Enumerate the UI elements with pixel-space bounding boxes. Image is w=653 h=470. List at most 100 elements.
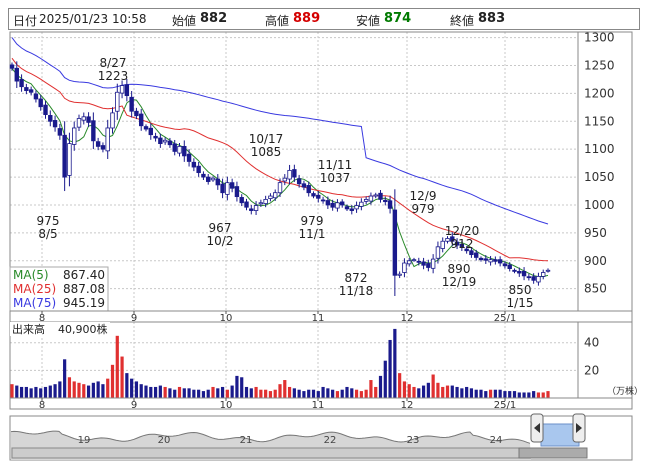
candle-body <box>33 93 39 100</box>
volume-bar <box>130 378 134 398</box>
ma-legend-name: MA(25) <box>13 282 56 296</box>
volume-bar <box>58 381 62 398</box>
candle-body <box>411 259 417 262</box>
candle-body <box>282 177 287 182</box>
candle-body <box>521 270 527 277</box>
volume-bar <box>173 389 177 398</box>
candle-body <box>416 260 421 263</box>
ma-legend-value: 887.08 <box>63 282 105 296</box>
candle-body <box>373 194 378 197</box>
candle-body <box>95 141 101 147</box>
volume-y-axis: 20 40 （万株） <box>584 336 643 397</box>
candle-body <box>316 194 321 199</box>
volume-bar <box>393 328 397 398</box>
volume-bar <box>508 391 512 398</box>
volume-bar <box>206 389 210 398</box>
volume-bar <box>53 384 57 398</box>
volume-bar <box>10 384 14 398</box>
range-navigator: 19 20 21 22 23 24 <box>9 413 633 461</box>
navigator-scrollbar[interactable] <box>11 447 533 459</box>
candle-body <box>167 140 173 146</box>
candle-body <box>48 115 53 122</box>
candle-body <box>349 208 354 211</box>
candle-body <box>253 205 259 211</box>
candle-body <box>43 104 48 115</box>
candle-body <box>38 98 43 108</box>
candle-body <box>177 145 182 154</box>
candle-body <box>426 263 431 268</box>
volume-bar <box>297 389 301 398</box>
volume-bar <box>19 386 24 398</box>
volume-bar <box>216 388 220 398</box>
candle-body <box>287 169 292 180</box>
candle-body <box>52 120 58 128</box>
candle-body <box>24 87 29 91</box>
candle-body <box>153 135 158 139</box>
volume-bar <box>96 381 100 398</box>
volume-bar <box>302 391 306 398</box>
volume-bar <box>29 388 33 398</box>
volume-bar <box>278 384 282 398</box>
volume-value: 40,900株 <box>58 322 108 336</box>
candle-body <box>301 183 307 188</box>
candle-body <box>239 197 244 204</box>
candle-body <box>320 199 326 202</box>
ma-legend-name: MA(75) <box>13 296 56 310</box>
candle-body <box>229 182 235 189</box>
annotation-value: 1037 <box>320 171 351 185</box>
candle-body <box>378 192 383 200</box>
volume-bar <box>536 392 541 398</box>
volume-bar <box>240 377 244 398</box>
candle-body <box>76 118 82 128</box>
volume-bar <box>503 391 507 398</box>
volume-bar <box>244 386 249 398</box>
candle-body <box>105 127 110 152</box>
volume-bar <box>72 381 76 398</box>
price-tick-label: 850 <box>584 282 607 296</box>
annotation-date: 11/1 <box>299 227 326 241</box>
price-tick-label: 1000 <box>584 198 615 212</box>
volume-bar <box>259 389 263 398</box>
annotation-value: 975 <box>37 214 60 228</box>
candle-body <box>28 89 34 93</box>
candle-body <box>86 116 91 123</box>
ma-legend: MA(5) 867.40 MA(25) 887.08 MA(75) 945.19 <box>9 266 109 312</box>
price-tick-label: 900 <box>584 254 607 268</box>
volume-bar <box>201 391 206 398</box>
volume-bar <box>345 386 349 398</box>
volume-bar <box>153 386 158 398</box>
volume-bar <box>110 364 115 398</box>
candle-body <box>263 198 268 204</box>
candle-body <box>182 145 187 157</box>
volume-bar <box>177 386 182 398</box>
volume-bars <box>10 328 550 398</box>
candle-body <box>330 202 335 208</box>
candle-body <box>469 250 474 256</box>
volume-bar <box>211 386 215 398</box>
annotation-date: 1/15 <box>507 296 534 310</box>
candle-body <box>220 183 225 194</box>
navigator-scroll-thumb[interactable] <box>518 447 588 459</box>
volume-bar <box>421 385 426 398</box>
candle-body <box>440 240 445 249</box>
candle-body <box>383 199 388 203</box>
volume-bar <box>192 389 196 398</box>
volume-bar <box>484 391 488 398</box>
volume-bar <box>187 388 191 398</box>
volume-bar <box>149 386 153 398</box>
volume-bar <box>91 382 95 398</box>
volume-bar <box>139 384 143 398</box>
volume-bar <box>311 389 316 398</box>
volume-bar <box>86 385 91 398</box>
volume-bar <box>316 391 320 398</box>
candle-body <box>545 269 551 272</box>
candle-body <box>91 120 96 142</box>
candle-body <box>158 137 163 145</box>
volume-bar <box>412 386 416 398</box>
candle-body <box>249 208 254 211</box>
volume-bar <box>498 389 502 398</box>
candle-body <box>124 84 130 97</box>
annotation-date: 10/17 <box>249 132 284 146</box>
volume-bar <box>378 375 383 398</box>
price-tick-label: 1100 <box>584 142 615 156</box>
